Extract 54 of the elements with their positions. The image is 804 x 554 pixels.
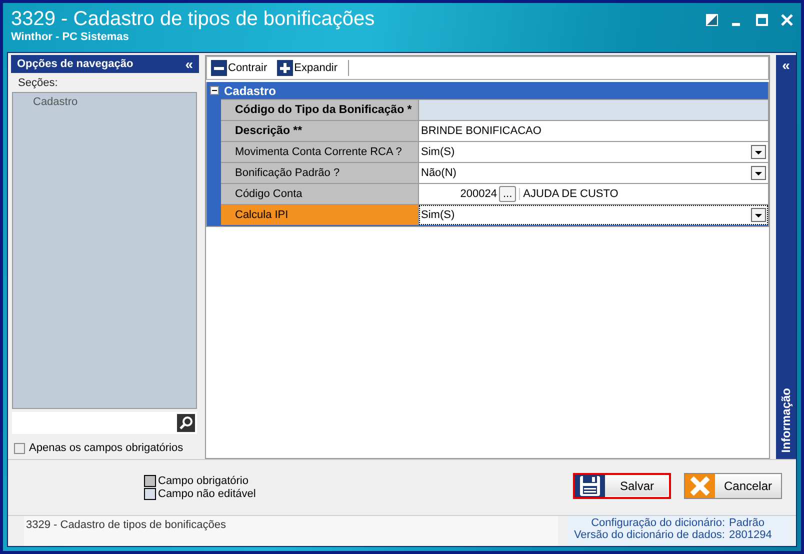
tree-item[interactable]: Cadastro [17, 95, 94, 109]
info-label: Configuração do dicionário: [591, 517, 725, 529]
field-value[interactable]: BRINDE BONIFICACAO [419, 121, 768, 141]
window-title: 3329 - Cadastro de tipos de bonificações [11, 7, 375, 31]
field-value[interactable]: 200024 ... AJUDA DE CUSTO [419, 184, 768, 204]
cancel-button[interactable]: Cancelar [684, 472, 782, 498]
field-value[interactable]: Não(N) [419, 163, 768, 183]
field-value[interactable]: Sim(S) [419, 205, 768, 225]
search-icon[interactable] [177, 414, 195, 432]
field-value[interactable] [419, 100, 768, 120]
code-text: 200024 [459, 188, 497, 200]
group-header[interactable]: Cadastro [207, 82, 768, 99]
value-text: Sim(S) [421, 146, 456, 158]
toolbar-button[interactable]: Expandir [277, 60, 338, 76]
field-label: Código Conta [221, 184, 419, 204]
collapse-button[interactable]: « [185, 57, 193, 71]
sections-label: Seções: [17, 77, 59, 89]
collapse-button[interactable]: « [782, 58, 790, 72]
value-text: BRINDE BONIFICACAO [421, 125, 542, 137]
minus-icon [211, 60, 227, 76]
close-icon[interactable] [781, 14, 793, 26]
legend-label: Campo não editável [158, 488, 256, 500]
field-label: Código do Tipo da Bonificação * [221, 100, 419, 120]
info-label: Versão do dicionário de dados: [574, 529, 725, 541]
dropdown-icon[interactable] [751, 208, 766, 222]
field-label: Movimenta Conta Corrente RCA ? [221, 142, 419, 162]
checkbox[interactable] [14, 442, 25, 454]
value-text: AJUDA DE CUSTO [519, 188, 618, 200]
maximize-icon[interactable] [756, 14, 768, 26]
dropdown-icon[interactable] [751, 166, 766, 180]
status-text: 3329 - Cadastro de tipos de bonificações [24, 516, 558, 546]
toolbar-button[interactable]: Contrair [211, 60, 268, 76]
panel-title[interactable]: Informação [779, 388, 793, 453]
field-label: Bonificação Padrão ? [221, 163, 419, 183]
collapse-icon[interactable] [210, 86, 219, 95]
info-value: Padrão [729, 517, 766, 529]
lookup-button[interactable]: ... [499, 186, 516, 202]
group-title: Cadastro [224, 84, 276, 98]
x-icon [689, 474, 711, 496]
checkbox-label: Apenas os campos obrigatórios [29, 442, 184, 454]
search-field[interactable] [12, 412, 197, 434]
value-text: Sim(S) [421, 209, 456, 221]
dropdown-icon[interactable] [751, 145, 766, 159]
field-label: Descrição ** [221, 121, 419, 141]
window-subtitle: Winthor - PC Sistemas [11, 31, 130, 43]
legend-label: Campo obrigatório [158, 475, 248, 487]
restore-icon[interactable] [706, 14, 718, 26]
value-text: Não(N) [421, 167, 458, 179]
field-label: Calcula IPI [221, 205, 419, 225]
plus-icon [277, 60, 294, 76]
info-value: 2801294 [729, 529, 773, 541]
save-button[interactable]: Salvar [573, 472, 671, 498]
panel-title: Opções de navegação [17, 58, 134, 70]
field-value[interactable]: Sim(S) [419, 142, 768, 162]
